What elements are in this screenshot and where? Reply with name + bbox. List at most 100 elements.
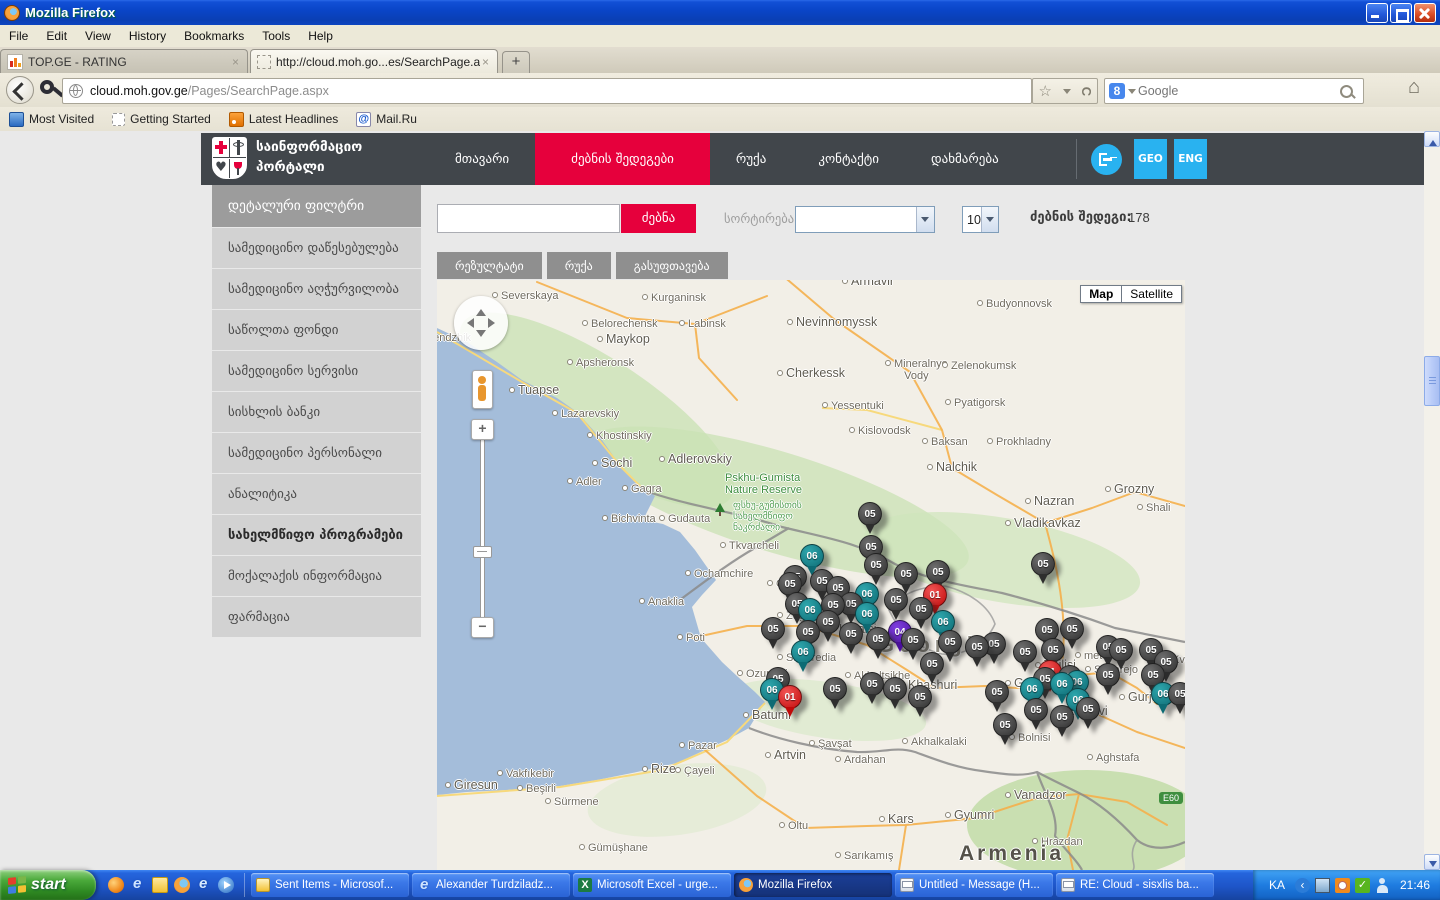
tab-close-icon[interactable] (480, 55, 491, 69)
language-button[interactable]: ENG (1174, 139, 1207, 179)
map-canvas[interactable]: Severskaya Kurganinsk Armavir Budyonnovs… (437, 280, 1185, 870)
map-marker[interactable]: 06 (790, 640, 816, 674)
new-tab-button[interactable] (502, 51, 530, 74)
sidebar-item[interactable]: სამედიცინო აღჭურვილობა (212, 269, 421, 309)
bookmark-star-icon[interactable] (1039, 84, 1052, 99)
google-logo-icon[interactable] (1109, 83, 1125, 99)
close-button[interactable] (1414, 3, 1436, 23)
language-button[interactable]: GEO (1134, 139, 1167, 179)
menu-item[interactable]: Bookmarks (175, 26, 253, 46)
search-bar[interactable] (1104, 78, 1364, 104)
zoom-in-button[interactable] (471, 419, 494, 440)
map-marker[interactable]: 05 (857, 502, 883, 536)
task-button[interactable]: Alexander Turdziladz... (412, 873, 570, 897)
pan-left-icon[interactable] (462, 318, 474, 328)
magnifier-icon[interactable] (1340, 85, 1353, 98)
start-button[interactable]: start (0, 870, 96, 900)
bookmark-item[interactable]: Most Visited (0, 112, 103, 127)
sidebar-item[interactable]: მოქალაქის ინფორმაცია (212, 556, 421, 596)
pan-down-icon[interactable] (476, 330, 486, 342)
tray-icon[interactable] (1375, 878, 1390, 893)
menu-item[interactable]: Edit (37, 26, 76, 46)
select-arrow-icon[interactable] (916, 207, 934, 232)
tab-topge[interactable]: TOP.GE - RATING (0, 49, 248, 73)
sidebar-item[interactable]: სისხლის ბანკი (212, 392, 421, 432)
vertical-scrollbar[interactable] (1424, 131, 1440, 870)
sort-select[interactable] (795, 206, 935, 233)
tray-icon[interactable] (1335, 878, 1350, 893)
bookmark-item[interactable]: Latest Headlines (220, 112, 347, 127)
map-marker[interactable]: 05 (760, 617, 786, 651)
result-tab[interactable]: რუქა (547, 252, 611, 279)
scrollbar-thumb[interactable] (1424, 356, 1440, 406)
zoom-out-button[interactable] (471, 617, 494, 638)
menu-item[interactable]: History (120, 26, 175, 46)
map-marker[interactable]: 05 (992, 713, 1018, 747)
task-button[interactable]: Microsoft Excel - urge... (573, 873, 731, 897)
sidebar-item[interactable]: სამედიცინო დაწესებულება (212, 228, 421, 268)
street-view-pegman[interactable] (472, 370, 493, 409)
site-nav-item[interactable]: დახმარება (905, 133, 1025, 185)
back-button[interactable] (6, 76, 34, 104)
map-marker[interactable]: 05 (984, 680, 1010, 714)
map-marker[interactable]: 05 (1030, 552, 1056, 586)
site-search-input[interactable] (437, 204, 620, 233)
quick-launch-icon[interactable] (152, 877, 168, 893)
quick-launch-icon[interactable] (130, 877, 146, 893)
map-marker[interactable]: 05 (865, 627, 891, 661)
zoom-slider-handle[interactable] (473, 546, 492, 558)
menu-item[interactable]: View (76, 26, 120, 46)
map-marker[interactable]: 05 (907, 685, 933, 719)
home-button[interactable] (1408, 76, 1420, 99)
url-bar[interactable]: cloud.moh.gov.ge/Pages/SearchPage.aspx (62, 78, 1032, 104)
zoom-slider-track[interactable] (480, 438, 485, 620)
scroll-up-icon[interactable] (1424, 131, 1440, 147)
map-marker[interactable]: 01 (777, 685, 803, 719)
web-search-input[interactable] (1136, 83, 1340, 99)
history-dropdown-icon[interactable] (1063, 89, 1071, 98)
minimize-button[interactable] (1366, 3, 1388, 23)
sidebar-item[interactable]: ანალიტიკა (212, 474, 421, 514)
restore-button[interactable] (1390, 3, 1412, 23)
sidebar-item[interactable]: საწოლთა ფონდი (212, 310, 421, 350)
select-arrow-icon[interactable] (981, 207, 998, 232)
sidebar-item[interactable]: სახელმწიფო პროგრამები (212, 515, 421, 555)
map-marker[interactable]: 05 (1167, 682, 1185, 716)
scroll-down-icon[interactable] (1424, 854, 1440, 870)
pan-up-icon[interactable] (476, 304, 486, 316)
quick-launch-icon[interactable] (174, 877, 190, 893)
sidebar-item[interactable]: ფარმაცია (212, 597, 421, 637)
site-nav-item[interactable]: კონტაქტი (792, 133, 905, 185)
site-nav-item[interactable]: რუქა (710, 133, 792, 185)
quick-launch-icon[interactable] (218, 877, 234, 893)
engine-dropdown-icon[interactable] (1128, 89, 1136, 98)
sidebar-item[interactable]: სამედიცინო სერვისი (212, 351, 421, 391)
task-button[interactable]: RE: Cloud - sisxlis ba... (1056, 873, 1214, 897)
map-marker[interactable]: 05 (919, 652, 945, 686)
task-button[interactable]: Mozilla Firefox (734, 873, 892, 897)
tab-searchpage[interactable]: http://cloud.moh.go...es/SearchPage.aspx (250, 49, 498, 73)
map-marker[interactable]: 05 (964, 635, 990, 669)
menu-item[interactable]: Help (299, 26, 342, 46)
tray-icon[interactable] (1315, 878, 1330, 893)
map-marker[interactable]: 05 (882, 677, 908, 711)
site-nav-item[interactable]: მთავარი (429, 133, 535, 185)
reload-icon[interactable] (1082, 84, 1091, 99)
menu-item[interactable]: Tools (253, 26, 299, 46)
result-tab[interactable]: გასუფთავება (616, 252, 728, 279)
quick-launch-icon[interactable] (196, 877, 212, 893)
tray-icon[interactable] (1355, 878, 1370, 893)
bookmark-item[interactable]: Getting Started (103, 112, 220, 126)
map-marker[interactable]: 05 (1075, 697, 1101, 731)
menu-item[interactable]: File (0, 26, 37, 46)
site-brand[interactable]: საინფორმაციო პორტალი (212, 137, 362, 179)
map-pan-control[interactable] (454, 296, 508, 350)
site-nav-item[interactable]: ძებნის შედეგები (535, 133, 710, 185)
tray-icon[interactable] (1295, 878, 1310, 893)
quick-launch-icon[interactable] (108, 877, 124, 893)
map-type-satellite-button[interactable]: Satellite (1122, 285, 1182, 303)
bookmark-item[interactable]: Mail.Ru (347, 112, 426, 127)
result-tab[interactable]: რეზულტატი (437, 252, 542, 279)
map-marker[interactable]: 05 (1023, 698, 1049, 732)
map-marker[interactable]: 05 (822, 677, 848, 711)
